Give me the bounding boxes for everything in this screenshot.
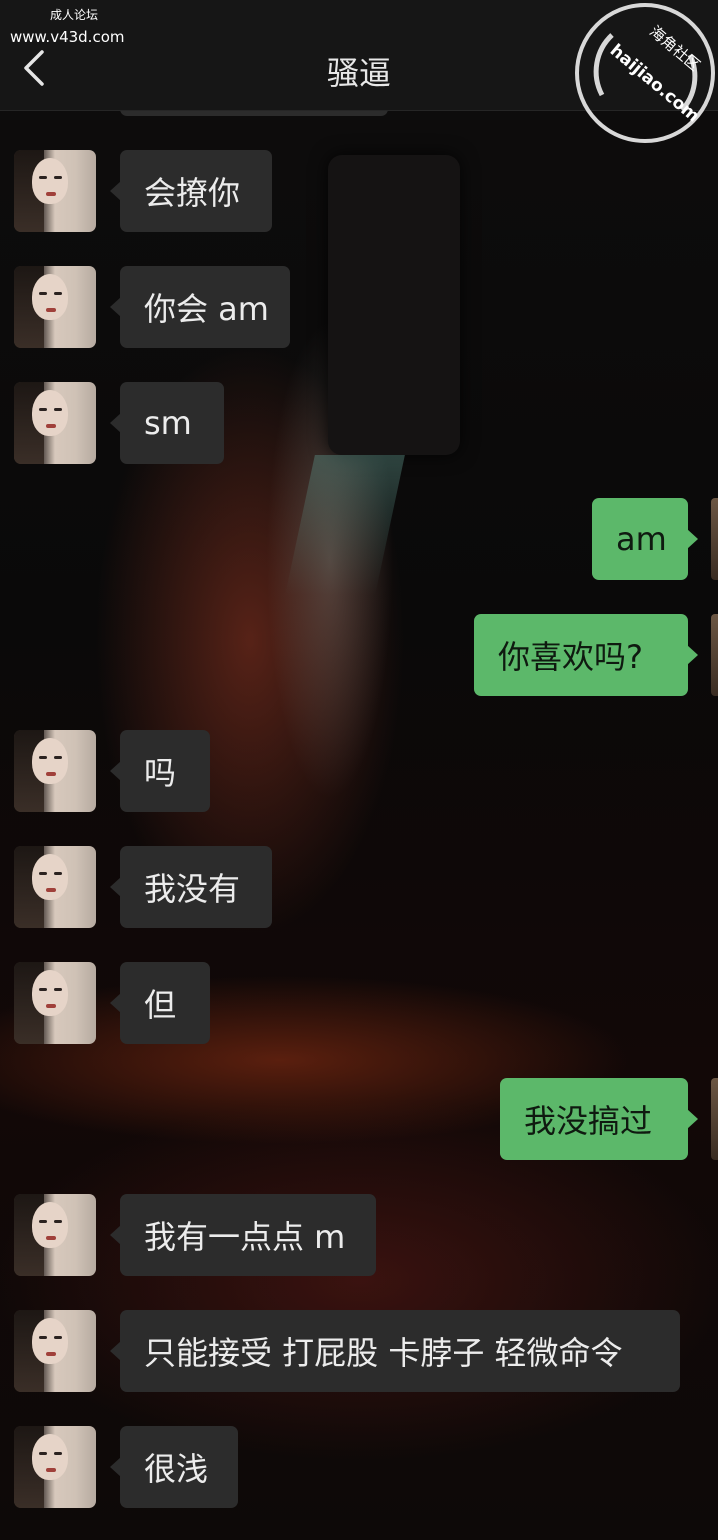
- incoming-message-bubble[interactable]: 只能接受 打屁股 卡脖子 轻微命令: [110, 1310, 680, 1392]
- incoming-message-bubble[interactable]: sm: [110, 382, 224, 464]
- self-avatar[interactable]: [711, 498, 718, 580]
- watermark-stamp-logo: 海角社区 haijiao.com: [575, 3, 715, 143]
- contact-avatar[interactable]: [14, 382, 96, 464]
- watermark-site-name: 成人论坛: [50, 8, 99, 22]
- incoming-message-bubble[interactable]: 我有一点点 m: [110, 1194, 376, 1276]
- contact-avatar[interactable]: [14, 730, 96, 812]
- watermark-site-url: www.v43d.com: [10, 28, 125, 46]
- outgoing-message-bubble[interactable]: am: [592, 498, 698, 580]
- contact-avatar[interactable]: [14, 962, 96, 1044]
- outgoing-message-bubble[interactable]: 你喜欢吗?: [474, 614, 698, 696]
- background-lamp-shape: [328, 155, 460, 455]
- contact-avatar[interactable]: [14, 1426, 96, 1508]
- incoming-message-bubble[interactable]: 很浅: [110, 1426, 238, 1508]
- outgoing-message-bubble[interactable]: 我没搞过: [500, 1078, 698, 1160]
- contact-avatar[interactable]: [14, 1194, 96, 1276]
- incoming-message-bubble[interactable]: 会撩你: [110, 150, 272, 232]
- self-avatar[interactable]: [711, 614, 718, 696]
- contact-avatar[interactable]: [14, 150, 96, 232]
- watermark-stamp-top: 海角社区: [646, 22, 704, 74]
- incoming-message-bubble[interactable]: 你会 am: [110, 266, 290, 348]
- incoming-message-bubble[interactable]: 我没有: [110, 846, 272, 928]
- incoming-message-bubble[interactable]: 但: [110, 962, 210, 1044]
- incoming-message-bubble[interactable]: 吗: [110, 730, 210, 812]
- self-avatar[interactable]: [711, 1078, 718, 1160]
- contact-avatar[interactable]: [14, 266, 96, 348]
- contact-avatar[interactable]: [14, 846, 96, 928]
- contact-avatar[interactable]: [14, 1310, 96, 1392]
